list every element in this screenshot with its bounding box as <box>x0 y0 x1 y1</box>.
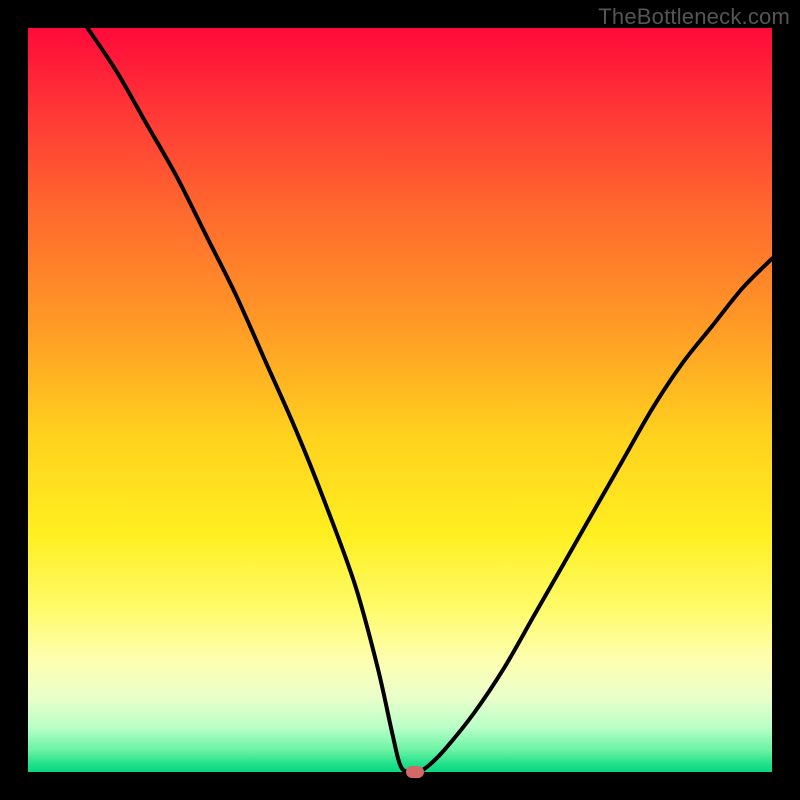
optimal-point-marker <box>406 766 424 778</box>
bottleneck-curve <box>28 28 772 772</box>
plot-area <box>28 28 772 772</box>
chart-container: TheBottleneck.com <box>0 0 800 800</box>
watermark-text: TheBottleneck.com <box>598 4 790 30</box>
